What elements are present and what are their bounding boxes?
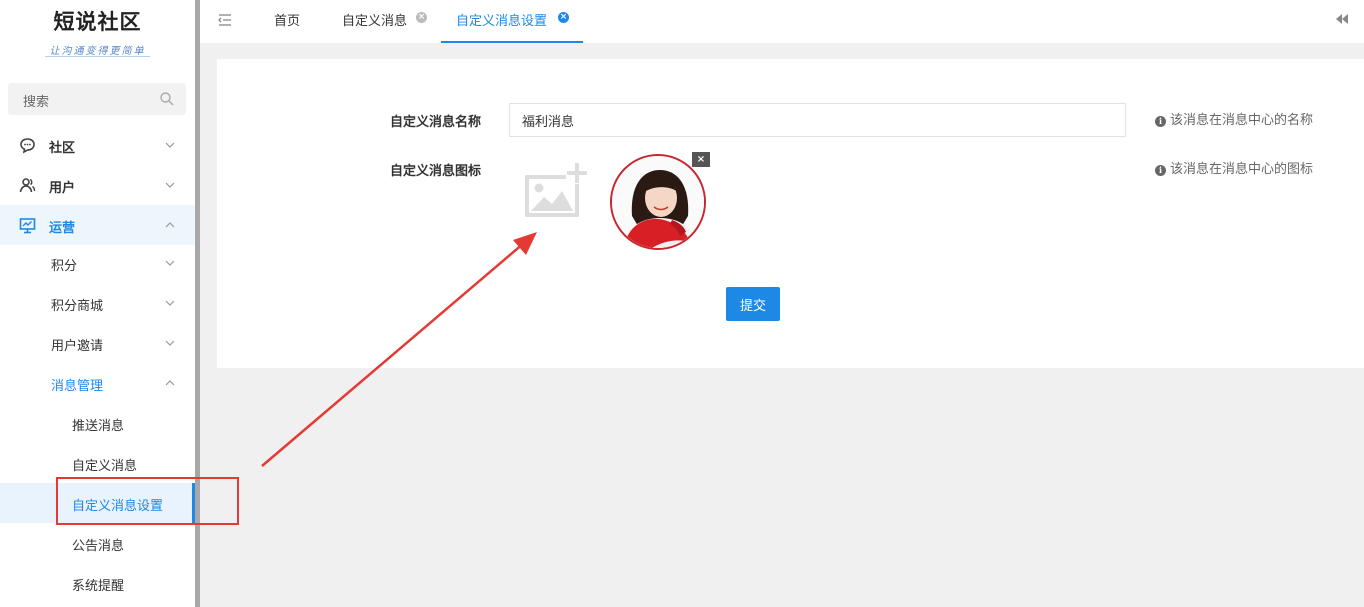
name-hint: i 该消息在消息中心的名称 (1155, 109, 1313, 128)
logo-subtitle: 让沟通变得更简单 (49, 46, 146, 57)
icon-hint: i 该消息在消息中心的图标 (1155, 158, 1313, 177)
chevron-down-icon (165, 340, 175, 346)
chevron-down-icon (165, 260, 175, 266)
remove-image-button[interactable]: × (692, 152, 710, 167)
chevron-down-icon (165, 182, 175, 188)
sidebar-item-label: 公告消息 (72, 539, 125, 554)
sidebar-item-user-invite[interactable]: 用户邀请 (0, 323, 195, 363)
users-icon (19, 178, 36, 193)
icon-label: 自定义消息图标 (390, 164, 482, 179)
sidebar-item-label: 社区 (49, 141, 76, 156)
sidebar-item-label: 运营 (49, 221, 76, 236)
app-root: 短说社区 让沟通变得更简单 搜索 社区 用户 运营 积分 积分商城 用户邀请 消… (0, 0, 1364, 607)
sidebar-item-label: 消息管理 (51, 379, 104, 394)
tab-label: 自定义消息 (342, 14, 408, 29)
sidebar-item-push-message[interactable]: 推送消息 (0, 403, 195, 443)
image-upload-icon[interactable] (522, 159, 592, 221)
info-icon: i (1155, 116, 1166, 127)
avatar-image (610, 154, 706, 250)
sidebar-item-points[interactable]: 积分 (0, 243, 195, 283)
info-icon: i (1155, 165, 1166, 176)
sidebar-item-community[interactable]: 社区 (0, 125, 195, 165)
sidebar-item-label: 推送消息 (72, 419, 125, 434)
avatar-portrait (612, 156, 704, 248)
close-icon[interactable]: × (558, 12, 569, 23)
name-label: 自定义消息名称 (390, 115, 482, 130)
sidebar-item-label: 积分商城 (51, 299, 104, 314)
sidebar-item-label: 积分 (51, 259, 78, 274)
menu-toggle-icon[interactable] (217, 13, 233, 27)
chevron-down-icon (165, 142, 175, 148)
name-hint-text: 该消息在消息中心的名称 (1170, 113, 1314, 128)
chevron-down-icon (165, 300, 175, 306)
submit-button[interactable]: 提交 (726, 287, 780, 321)
sidebar-item-label: 用户 (49, 181, 76, 196)
annotation-highlight-box (56, 477, 239, 525)
sidebar-search[interactable]: 搜索 (8, 83, 186, 115)
sidebar-item-users[interactable]: 用户 (0, 165, 195, 205)
tab-custom-message-settings[interactable]: 自定义消息设置 × (441, 0, 583, 43)
tab-home[interactable]: 首页 (274, 0, 314, 43)
close-icon[interactable]: × (416, 12, 427, 23)
chat-icon (20, 138, 35, 154)
chevron-up-icon (165, 222, 175, 228)
sidebar-item-label: 自定义消息 (72, 459, 138, 474)
sidebar-item-message-management[interactable]: 消息管理 (0, 363, 195, 403)
tab-label: 自定义消息设置 (456, 14, 548, 29)
icon-hint-text: 该消息在消息中心的图标 (1170, 162, 1314, 177)
form-panel: 自定义消息名称 i 该消息在消息中心的名称 自定义消息图标 i 该消息在消息中心的图… (217, 59, 1364, 368)
logo-underline (45, 56, 150, 57)
sidebar-item-system-reminder[interactable]: 系统提醒 (0, 563, 195, 603)
presentation-icon (19, 218, 36, 234)
logo: 短说社区 让沟通变得更简单 (0, 0, 195, 72)
sidebar-item-label: 用户邀请 (51, 339, 104, 354)
sidebar-item-label: 系统提醒 (72, 579, 125, 594)
active-tab-underline (441, 41, 583, 43)
sidebar-item-points-mall[interactable]: 积分商城 (0, 283, 195, 323)
search-input[interactable]: 搜索 (23, 91, 49, 110)
tab-custom-message[interactable]: 自定义消息 × (342, 0, 432, 43)
tab-label: 首页 (274, 14, 301, 29)
message-name-input[interactable] (509, 103, 1126, 137)
logo-title: 短说社区 (53, 9, 142, 34)
chevron-up-icon (165, 380, 175, 386)
search-icon[interactable] (159, 91, 175, 107)
tab-bar: 首页 自定义消息 × 自定义消息设置 × (200, 0, 1364, 43)
sidebar-item-announcement[interactable]: 公告消息 (0, 523, 195, 563)
sidebar-item-operations[interactable]: 运营 (0, 205, 195, 245)
double-chevron-left-icon[interactable] (1335, 13, 1349, 25)
